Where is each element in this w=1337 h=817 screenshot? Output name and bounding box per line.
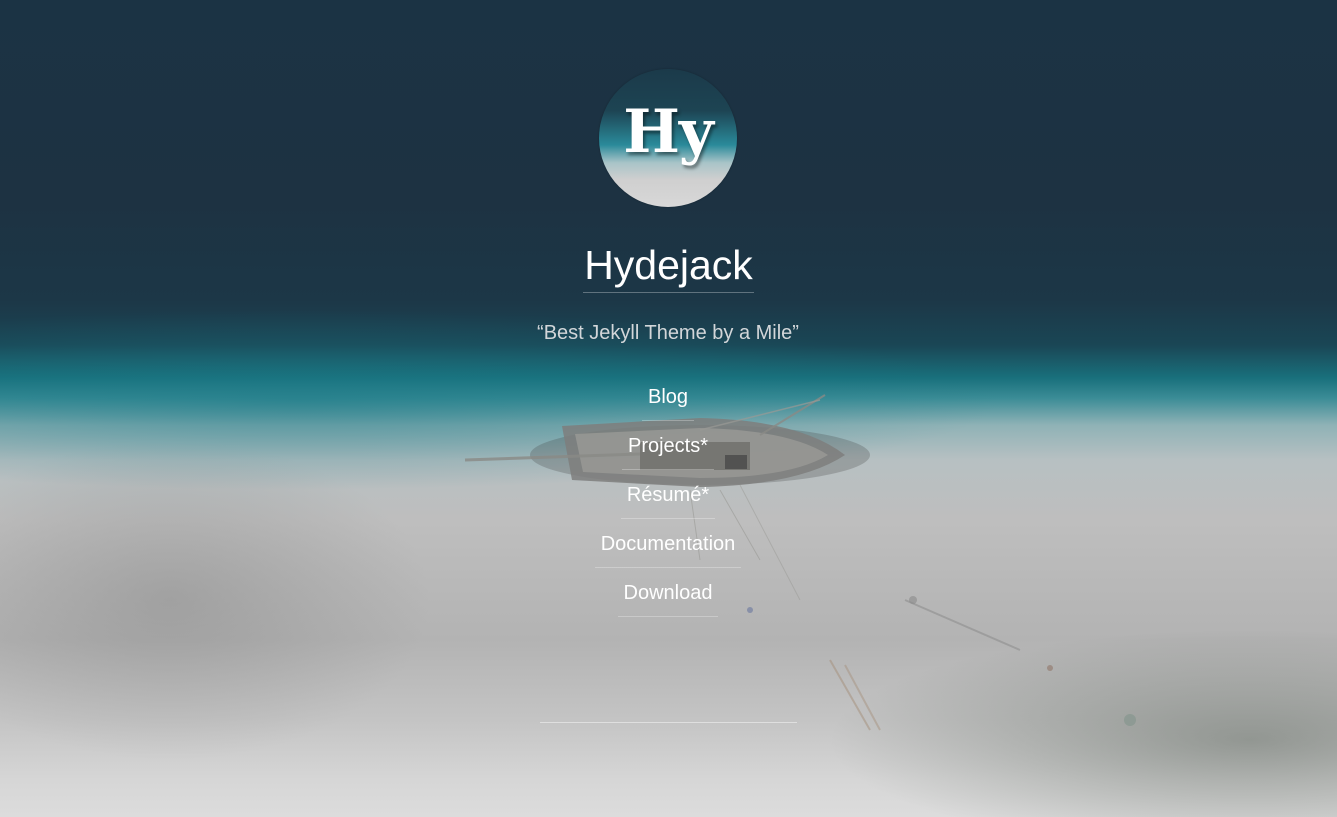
avatar[interactable]: Hy — [599, 69, 737, 207]
nav-link-blog[interactable]: Blog — [641, 382, 695, 421]
nav-item-projects: Projects* — [518, 431, 818, 480]
avatar-logo-text: Hy — [623, 97, 714, 167]
sidebar-footer-divider — [540, 722, 797, 723]
site-title[interactable]: Hydejack — [568, 240, 769, 294]
nav-item-download: Download — [518, 578, 818, 627]
nav-link-resume[interactable]: Résumé* — [620, 480, 716, 519]
nav-item-documentation: Documentation — [518, 529, 818, 578]
nav-item-blog: Blog — [518, 382, 818, 431]
nav-link-projects[interactable]: Projects* — [621, 431, 715, 470]
nav-link-download[interactable]: Download — [617, 578, 719, 617]
site-tagline: “Best Jekyll Theme by a Mile” — [537, 322, 799, 344]
site-title-text: Hydejack — [583, 240, 754, 293]
nav-item-resume: Résumé* — [518, 480, 818, 529]
sidebar-nav: Blog Projects* Résumé* Documentation Dow… — [518, 382, 818, 627]
nav-link-documentation[interactable]: Documentation — [594, 529, 742, 568]
sidebar: Hy Hydejack “Best Jekyll Theme by a Mile… — [0, 0, 1337, 817]
